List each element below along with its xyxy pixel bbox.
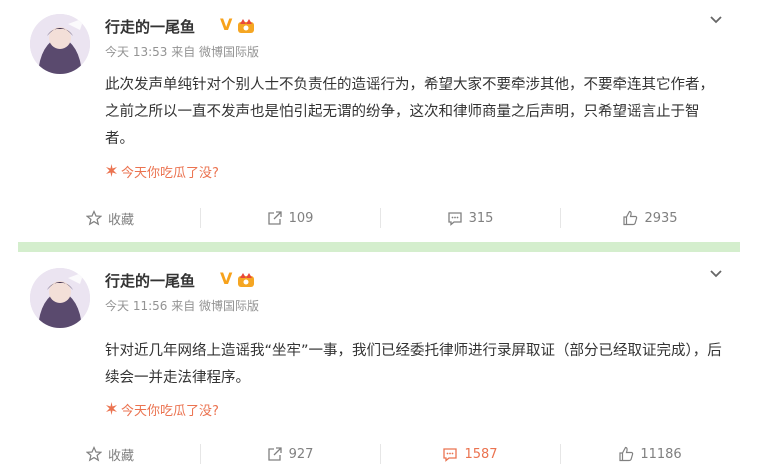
repost-icon <box>267 211 282 225</box>
verified-badge: V <box>220 269 233 288</box>
comment-count: 315 <box>468 210 494 226</box>
avatar[interactable] <box>30 14 90 74</box>
favorite-button[interactable]: 收藏 <box>20 204 200 232</box>
feed-divider <box>18 242 740 252</box>
post-content: 针对近几年网络上造谣我“坐牢”一事，我们已经委托律师进行录屏取证（部分已经取证完… <box>105 343 722 386</box>
verified-badge: V <box>220 15 233 34</box>
repost-button[interactable]: 927 <box>200 440 380 468</box>
post-source: 来自 微博国际版 <box>171 45 260 59</box>
action-bar: 收藏 927 1587 11186 <box>20 440 740 468</box>
favorite-label: 收藏 <box>107 448 134 464</box>
post-meta: 今天 11:56 来自 微博国际版 <box>105 297 259 314</box>
comment-button[interactable]: 315 <box>380 204 560 232</box>
like-count: 2935 <box>644 210 678 226</box>
post-meta: 今天 13:53 来自 微博国际版 <box>105 43 259 60</box>
repost-count: 927 <box>288 446 314 462</box>
comment-button[interactable]: 1587 <box>380 440 560 468</box>
author-name[interactable]: 行走的一尾鱼 <box>105 270 195 291</box>
avatar[interactable] <box>30 268 90 328</box>
author-name[interactable]: 行走的一尾鱼 <box>105 16 195 37</box>
like-button[interactable]: 11186 <box>560 440 740 468</box>
topic-link[interactable]: 今天你吃瓜了没? <box>105 162 219 181</box>
topic-label: 今天你吃瓜了没? <box>121 404 219 419</box>
weibo-post-1: 行走的一尾鱼 V 今天 13:53 来自 微博国际版 此次发声单纯针对个别人士不… <box>0 0 770 240</box>
post-time[interactable]: 今天 11:56 <box>105 299 167 313</box>
topic-icon <box>105 164 121 181</box>
like-button[interactable]: 2935 <box>560 204 740 232</box>
topic-icon <box>105 402 121 419</box>
post-content: 此次发声单纯针对个别人士不负责任的造谣行为，希望大家不要牵涉其他，不要牵连其它作… <box>105 77 714 147</box>
comment-count: 1587 <box>464 446 498 462</box>
repost-count: 109 <box>288 210 314 226</box>
like-icon <box>623 210 638 226</box>
repost-button[interactable]: 109 <box>200 204 380 232</box>
topic-link[interactable]: 今天你吃瓜了没? <box>105 400 219 419</box>
vip-crown-icon <box>238 19 254 33</box>
favorite-button[interactable]: 收藏 <box>20 440 200 468</box>
comment-icon <box>443 448 458 462</box>
star-icon <box>85 210 102 226</box>
post-time[interactable]: 今天 13:53 <box>105 45 167 59</box>
like-icon <box>619 446 634 462</box>
star-icon <box>85 446 102 462</box>
topic-label: 今天你吃瓜了没? <box>121 166 219 181</box>
repost-icon <box>267 447 282 461</box>
action-bar: 收藏 109 315 2935 <box>20 204 740 232</box>
vip-crown-icon <box>238 273 254 287</box>
comment-icon <box>447 212 462 226</box>
chevron-down-icon[interactable] <box>709 12 723 26</box>
favorite-label: 收藏 <box>107 212 134 228</box>
chevron-down-icon[interactable] <box>709 266 723 280</box>
like-count: 11186 <box>640 446 682 462</box>
post-source: 来自 微博国际版 <box>171 299 260 313</box>
